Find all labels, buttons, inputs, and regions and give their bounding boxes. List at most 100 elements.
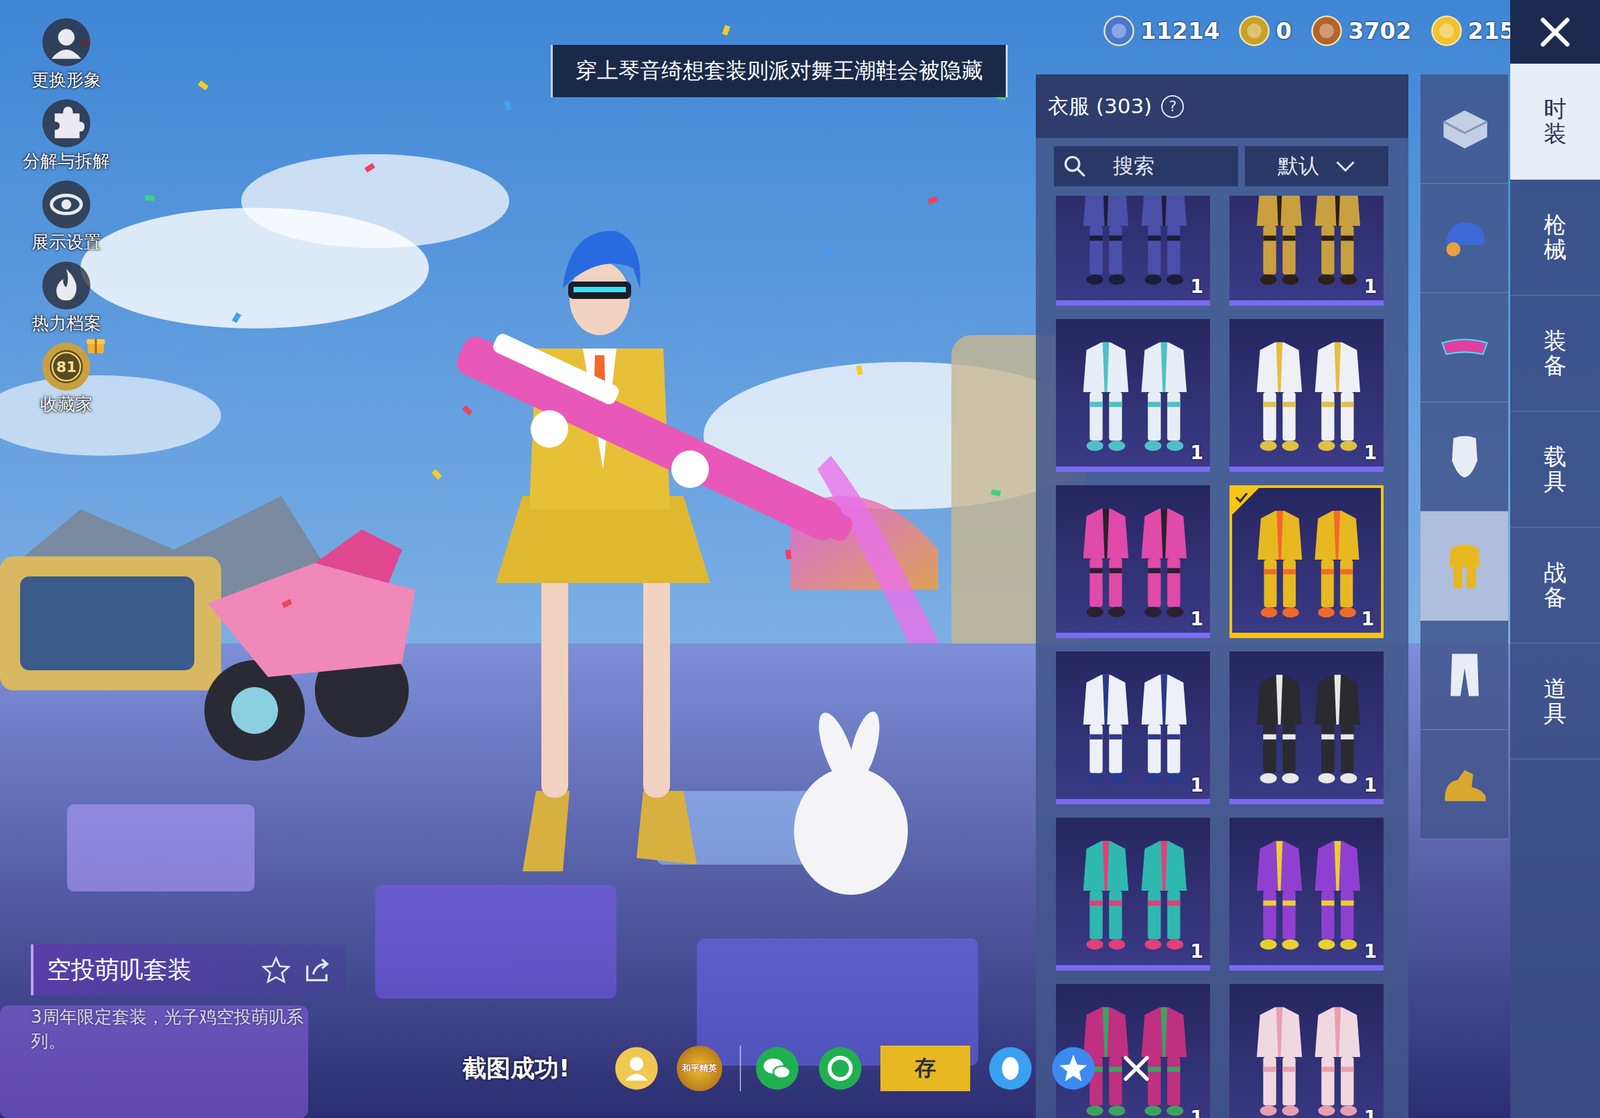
coin-icon xyxy=(1102,14,1136,47)
currency: 0 xyxy=(1238,14,1292,47)
wardrobe-screen: 更换形象分解与拆解展示设置热力档案81收藏家穿上琴音绮想套装则派对舞王潮鞋会被隐… xyxy=(0,0,1600,1118)
outfit-icon xyxy=(1055,651,1211,799)
share-target[interactable] xyxy=(1050,1045,1097,1091)
side-menu-item[interactable]: 热力档案 xyxy=(9,260,124,336)
item-count: 1 xyxy=(1190,607,1204,630)
category-button[interactable] xyxy=(1420,183,1509,293)
pants-icon xyxy=(1436,646,1493,703)
currency: 3702 xyxy=(1310,14,1412,47)
category-button[interactable] xyxy=(1420,74,1509,184)
outfit-icon xyxy=(1229,651,1384,799)
item-list: 111111111111 xyxy=(1035,195,1409,1118)
share-target[interactable] xyxy=(613,1045,660,1091)
share-target[interactable] xyxy=(1113,1045,1160,1091)
item-count: 1 xyxy=(1364,940,1377,963)
share-target[interactable] xyxy=(817,1045,863,1091)
share-target[interactable] xyxy=(739,1045,800,1091)
main-tab[interactable]: 装备 xyxy=(1510,295,1600,412)
side-menu-item[interactable]: 更换形象 xyxy=(9,17,124,92)
outfit-card[interactable]: 1 xyxy=(1229,983,1384,1118)
outfit-title-bar: 空投萌叽套装 xyxy=(30,944,346,995)
avatar-icon xyxy=(613,1045,660,1091)
item-count: 1 xyxy=(1190,275,1204,298)
close-icon xyxy=(1537,14,1573,50)
avatar-icon xyxy=(41,17,92,68)
main-tab[interactable]: 道具 xyxy=(1510,643,1600,760)
outfit-card[interactable]: 1 xyxy=(1229,195,1384,306)
help-button[interactable]: ? xyxy=(1161,95,1184,118)
coin-icon xyxy=(1430,14,1463,47)
outfit-icon xyxy=(1229,195,1384,301)
coin-icon xyxy=(1238,14,1271,47)
outfit-card[interactable]: 1 xyxy=(1055,485,1211,638)
motorcycle xyxy=(204,529,416,761)
category-button[interactable] xyxy=(1420,402,1509,512)
search-field[interactable]: 搜索 xyxy=(1053,146,1239,187)
save-button[interactable]: 存 xyxy=(880,1045,971,1091)
wardrobe-panel: 衣服 (303)?搜索默认111111111111 xyxy=(1035,74,1409,1118)
right-dock: 衣服 (303)?搜索默认111111111111时装枪械装备载具战备道具 xyxy=(1035,0,1600,1118)
outfit-icon xyxy=(1436,537,1493,594)
share-target[interactable]: 和平精英 xyxy=(676,1045,723,1091)
item-count: 1 xyxy=(1190,773,1204,796)
outfit-card[interactable]: 1 xyxy=(1055,817,1211,971)
coin-icon xyxy=(1310,14,1343,47)
tab-column: 时装枪械装备载具战备道具 xyxy=(1510,0,1600,1118)
outfit-card[interactable]: 1 xyxy=(1229,485,1384,638)
side-menu-label: 收藏家 xyxy=(40,392,93,417)
category-button[interactable] xyxy=(1420,292,1509,403)
category-button[interactable] xyxy=(1420,620,1509,730)
flame-icon xyxy=(41,260,92,311)
item-count: 1 xyxy=(1364,275,1377,298)
main-tab[interactable]: 战备 xyxy=(1510,527,1600,644)
side-menu-label: 更换形象 xyxy=(31,68,102,92)
sort-dropdown[interactable]: 默认 xyxy=(1244,146,1389,187)
outfit-card[interactable]: 1 xyxy=(1055,318,1211,472)
outfit-icon xyxy=(1055,817,1211,965)
game-logo: 和平精英 xyxy=(676,1045,723,1091)
magnifier-icon xyxy=(1063,154,1087,178)
outfit-icon xyxy=(1229,817,1384,965)
item-count: 1 xyxy=(1190,1106,1204,1118)
side-menu-label: 分解与拆解 xyxy=(22,149,110,173)
share-target[interactable] xyxy=(987,1045,1034,1091)
side-menu-item[interactable]: 分解与拆解 xyxy=(9,98,124,173)
item-count: 1 xyxy=(1364,441,1377,464)
side-menu-item[interactable]: 81收藏家 xyxy=(9,341,124,417)
item-count: 1 xyxy=(1361,607,1375,630)
wechat-icon xyxy=(754,1045,800,1091)
share-icon[interactable] xyxy=(302,954,333,985)
panel-header: 衣服 (303)? xyxy=(1035,74,1409,139)
check-icon xyxy=(1232,487,1259,515)
side-menu-label: 热力档案 xyxy=(31,311,102,336)
main-tab[interactable]: 载具 xyxy=(1510,411,1600,528)
toast: 截图成功! xyxy=(462,1051,570,1085)
currency: 11214 xyxy=(1102,14,1220,47)
category-button[interactable] xyxy=(1420,729,1509,839)
side-menu: 更换形象分解与拆解展示设置热力档案 81收藏家 xyxy=(9,17,124,417)
qzone-star-icon xyxy=(1050,1045,1097,1091)
outfit-icon xyxy=(1055,195,1211,301)
outfit-icon xyxy=(1055,318,1211,467)
category-button[interactable] xyxy=(1420,511,1509,621)
character xyxy=(452,231,864,872)
mask-icon xyxy=(1436,428,1493,485)
shoes-icon xyxy=(1436,755,1493,813)
main-tab[interactable]: 时装 xyxy=(1510,63,1600,180)
toolbar: 搜索默认 xyxy=(1035,138,1409,196)
crate-icon xyxy=(1436,100,1493,157)
gift-icon xyxy=(85,335,106,356)
close-button[interactable] xyxy=(1510,0,1600,64)
main-tab[interactable]: 枪械 xyxy=(1510,179,1600,296)
side-menu-item[interactable]: 展示设置 xyxy=(9,179,124,254)
side-menu-label: 展示设置 xyxy=(31,230,102,254)
outfit-card[interactable]: 1 xyxy=(1055,195,1211,306)
outfit-card[interactable]: 1 xyxy=(1229,817,1384,971)
star-icon[interactable] xyxy=(261,954,291,985)
outfit-card[interactable]: 1 xyxy=(1229,318,1384,472)
outfit-card[interactable]: 1 xyxy=(1055,651,1211,805)
outfit-icon xyxy=(1229,983,1384,1118)
outfit-card[interactable]: 1 xyxy=(1229,651,1384,805)
level-badge: 81 xyxy=(41,341,92,392)
puzzle-icon xyxy=(41,98,92,149)
